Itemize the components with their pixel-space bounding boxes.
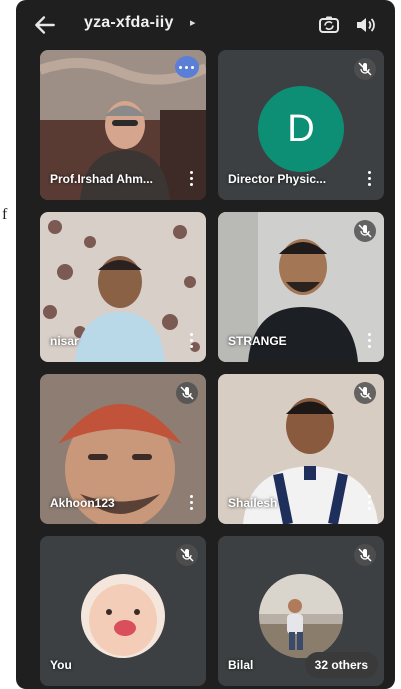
- more-options-icon[interactable]: [188, 333, 194, 349]
- participant-name: Shailesh: [228, 496, 278, 510]
- switch-camera-icon[interactable]: [316, 13, 342, 37]
- mic-off-icon: [354, 220, 376, 242]
- participant-tile-3[interactable]: nisar: [40, 212, 206, 362]
- meeting-info-caret-icon[interactable]: ▸: [190, 16, 196, 29]
- mic-off-icon: [354, 58, 376, 80]
- participant-name: STRANGE: [228, 334, 287, 348]
- participant-tile-self[interactable]: You: [40, 536, 206, 686]
- mic-off-icon: [354, 544, 376, 566]
- meeting-code[interactable]: yza-xfda-iiy: [84, 14, 174, 32]
- avatar: [81, 574, 165, 658]
- more-options-icon[interactable]: [366, 495, 372, 511]
- mic-off-icon: [176, 544, 198, 566]
- participant-tile-5[interactable]: Akhoon123: [40, 374, 206, 524]
- side-mark: f: [2, 206, 8, 223]
- participant-tile-2[interactable]: D Director Physic...: [218, 50, 384, 200]
- mic-off-icon: [176, 382, 198, 404]
- more-options-icon[interactable]: [366, 333, 372, 349]
- more-options-icon[interactable]: [188, 171, 194, 187]
- participant-tile-8[interactable]: Bilal 32 others: [218, 536, 384, 686]
- participant-name: Bilal: [228, 658, 254, 672]
- avatar: D: [258, 86, 344, 172]
- top-bar: yza-xfda-iiy ▸: [16, 0, 395, 50]
- more-options-icon[interactable]: [366, 171, 372, 187]
- mic-off-icon: [354, 382, 376, 404]
- more-dots-icon[interactable]: [175, 56, 199, 78]
- participant-tile-4[interactable]: STRANGE: [218, 212, 384, 362]
- participant-name: nisar: [50, 334, 79, 348]
- participant-name: Akhoon123: [50, 496, 115, 510]
- back-arrow-icon[interactable]: [32, 12, 58, 38]
- participant-name: Director Physic...: [228, 172, 327, 186]
- participant-name: You: [50, 658, 72, 672]
- participant-tile-1[interactable]: Prof.Irshad Ahm...: [40, 50, 206, 200]
- participant-name: Prof.Irshad Ahm...: [50, 172, 153, 186]
- avatar: [259, 574, 343, 658]
- others-count-button[interactable]: 32 others: [304, 652, 378, 678]
- meet-screen: yza-xfda-iiy ▸ Prof.Irshad Ahm... D Dire…: [16, 0, 395, 689]
- more-options-icon[interactable]: [188, 495, 194, 511]
- speaker-icon[interactable]: [353, 13, 377, 37]
- participant-tile-6[interactable]: Shailesh: [218, 374, 384, 524]
